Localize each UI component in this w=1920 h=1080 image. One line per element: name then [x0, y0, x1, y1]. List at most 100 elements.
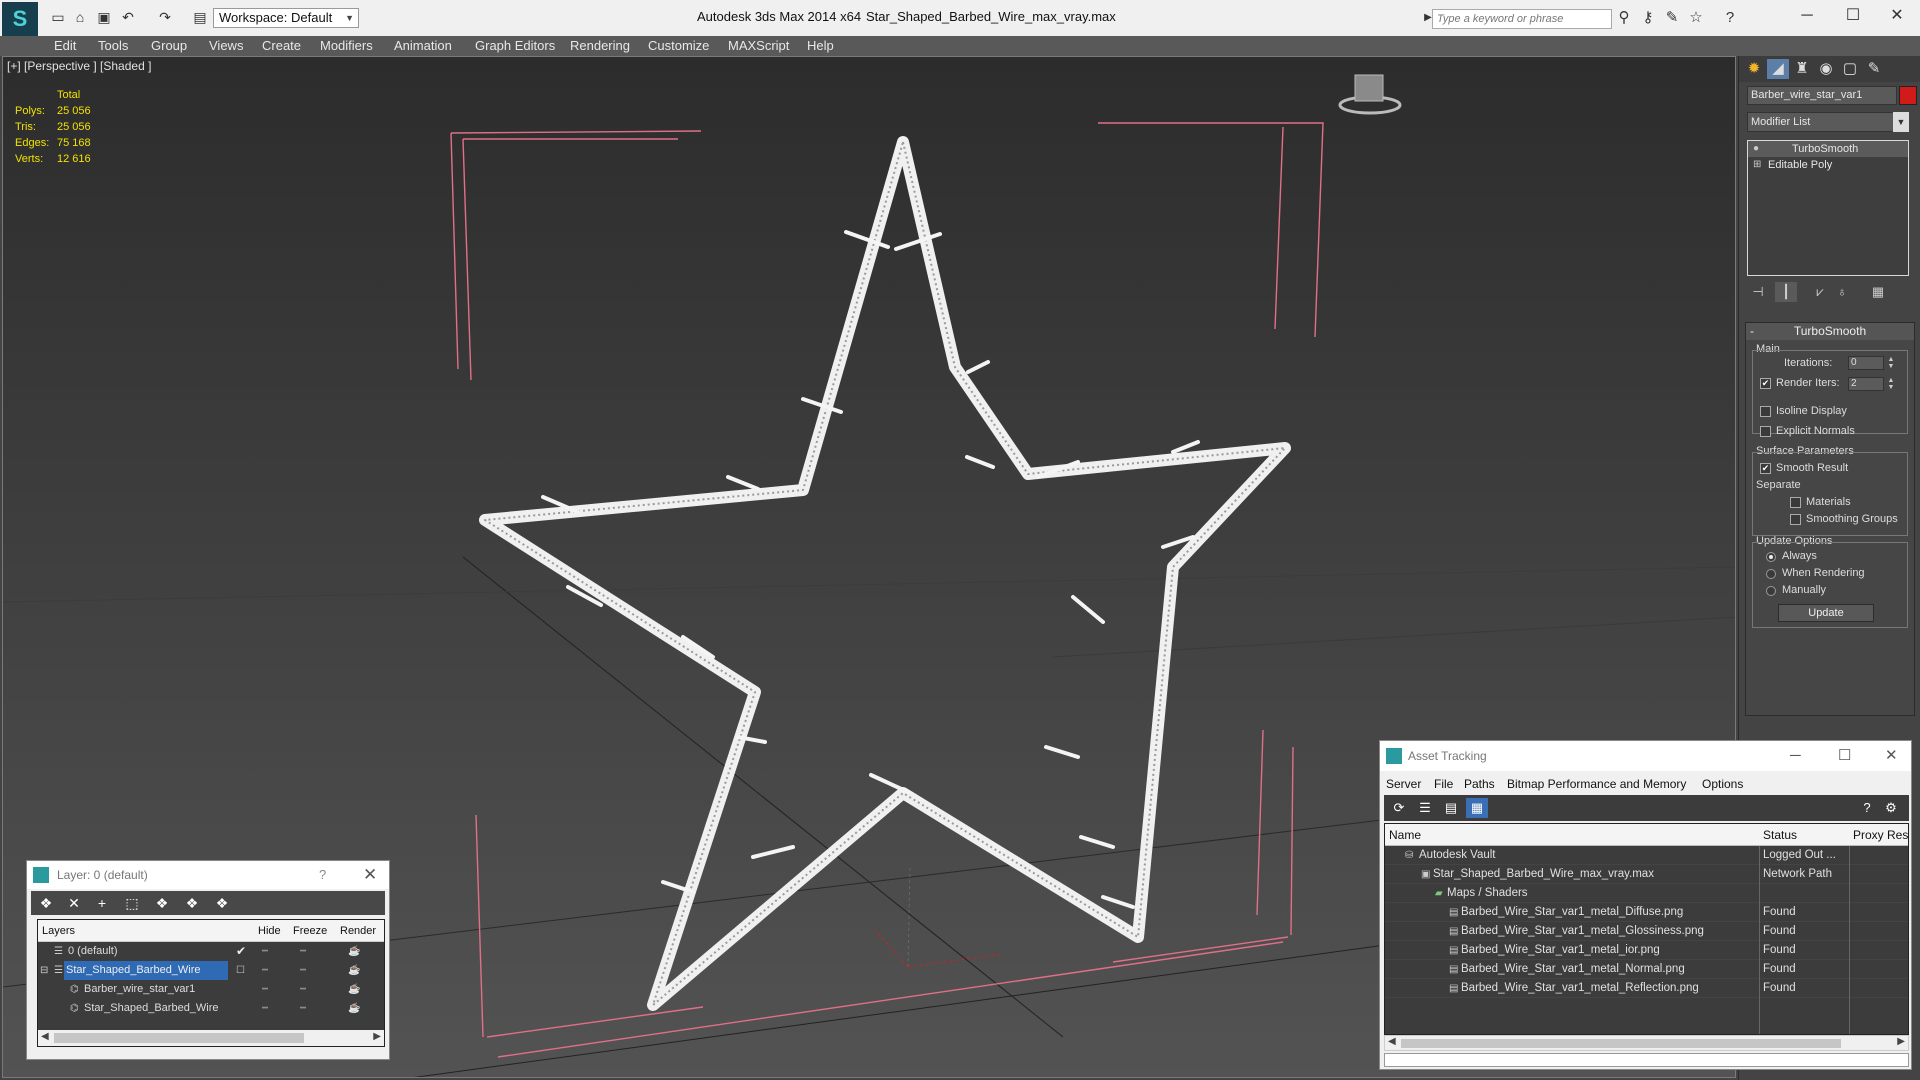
new-layer-icon[interactable]: ❖ [35, 893, 57, 913]
hide-toggle[interactable]: ┅ [262, 942, 268, 961]
help-icon[interactable]: ? [1720, 8, 1740, 28]
column-status[interactable]: Status [1763, 828, 1797, 842]
menu-animation[interactable]: Animation [394, 38, 452, 53]
highlight-layer-icon[interactable]: ❖ [151, 893, 173, 913]
asset-row[interactable]: ▤ Barbed_Wire_Star_var1_metal_Diffuse.pn… [1385, 903, 1908, 922]
undo-icon[interactable]: ↶ [118, 8, 138, 26]
make-unique-icon[interactable]: ⩗ [1809, 282, 1831, 302]
maximize-icon[interactable]: ☐ [1838, 741, 1851, 771]
hierarchy-tab-icon[interactable]: ♜ [1791, 59, 1813, 79]
scroll-left-icon[interactable]: ◀ [41, 1031, 49, 1042]
object-name-field[interactable]: Barber_wire_star_var1 [1747, 86, 1897, 105]
menu-tools[interactable]: Tools [98, 38, 128, 53]
select-objects-icon[interactable]: ⬚ [121, 893, 143, 913]
freeze-toggle[interactable]: ┅ [300, 999, 306, 1018]
smooth-result-checkbox[interactable]: ✔ [1760, 463, 1771, 474]
refresh-icon[interactable]: ⟳ [1388, 798, 1410, 818]
layer-object-row[interactable]: ⌬ Star_Shaped_Barbed_Wire ┅ ┅ ☕ [38, 999, 384, 1018]
close-icon[interactable]: ✕ [1874, 4, 1920, 28]
render-teapot-icon[interactable]: ☕ [348, 942, 360, 961]
freeze-toggle[interactable]: ┅ [300, 942, 306, 961]
configure-sets-icon[interactable]: ▦ [1867, 282, 1889, 302]
asset-row[interactable]: ▤ Barbed_Wire_Star_var1_metal_Glossiness… [1385, 922, 1908, 941]
create-tab-icon[interactable]: ✹ [1743, 59, 1765, 79]
expand-plus-icon[interactable]: ⊞ [1753, 157, 1761, 173]
application-button[interactable]: S [2, 2, 38, 36]
scroll-right-icon[interactable]: ▶ [373, 1031, 381, 1042]
manually-radio[interactable] [1766, 586, 1776, 596]
menu-rendering[interactable]: Rendering [570, 38, 630, 53]
freeze-toggle[interactable]: ┅ [300, 961, 306, 980]
asset-row[interactable]: ▤ Barbed_Wire_Star_var1_metal_Reflection… [1385, 979, 1908, 998]
workspace-dropdown[interactable]: Workspace: Default ▼ [213, 8, 359, 28]
close-icon[interactable]: ✕ [1885, 741, 1898, 771]
menu-file[interactable]: File [1434, 777, 1453, 791]
render-teapot-icon[interactable]: ☕ [348, 961, 360, 980]
asset-row[interactable]: ▤ Barbed_Wire_Star_var1_metal_Normal.png… [1385, 960, 1908, 979]
minimize-icon[interactable]: ─ [1784, 4, 1830, 28]
menu-help[interactable]: Help [807, 38, 834, 53]
make-active-box[interactable]: ☐ [236, 961, 245, 980]
asset-row[interactable]: ▤ Barbed_Wire_Star_var1_metal_ior.png Fo… [1385, 941, 1908, 960]
spinner-arrows-icon[interactable]: ▲ ▼ [1886, 377, 1896, 391]
project-folder-icon[interactable]: ▤ [190, 8, 210, 26]
new-file-icon[interactable]: ▭ [48, 8, 68, 26]
column-layers[interactable]: Layers [42, 925, 75, 937]
binoculars-icon[interactable]: ⚲ [1614, 8, 1634, 28]
pin-stack-icon[interactable]: ⊣ [1747, 282, 1769, 302]
settings-icon[interactable]: ⚙ [1880, 798, 1902, 818]
display-tab-icon[interactable]: ▢ [1839, 59, 1861, 79]
lightbulb-icon[interactable]: ● [1753, 141, 1759, 157]
menu-graph-editors[interactable]: Graph Editors [475, 38, 555, 53]
modifier-list-dropdown[interactable]: Modifier List ▼ [1747, 112, 1909, 132]
always-radio[interactable] [1766, 552, 1776, 562]
viewcube[interactable] [1338, 74, 1402, 115]
delete-layer-icon[interactable]: ✕ [63, 893, 85, 913]
asset-row[interactable]: ▰ Maps / Shaders [1385, 884, 1908, 903]
rollout-header[interactable]: - TurboSmooth [1746, 323, 1914, 340]
add-to-layer-icon[interactable]: + [91, 893, 113, 913]
search-input[interactable]: Type a keyword or phrase [1432, 9, 1612, 29]
layer-object-row[interactable]: ⌬ Barber_wire_star_var1 ┅ ┅ ☕ [38, 980, 384, 999]
scrollbar-thumb[interactable] [54, 1033, 304, 1043]
scroll-right-icon[interactable]: ▶ [1897, 1036, 1905, 1047]
table-view-icon[interactable]: ▦ [1466, 798, 1488, 818]
render-teapot-icon[interactable]: ☕ [348, 980, 360, 999]
redo-icon[interactable]: ↷ [155, 8, 175, 26]
update-button[interactable]: Update [1778, 604, 1874, 622]
favorites-star-icon[interactable]: ☆ [1686, 8, 1706, 28]
menu-server[interactable]: Server [1386, 777, 1421, 791]
menu-edit[interactable]: Edit [54, 38, 76, 53]
layer-row[interactable]: ☰ 0 (default) ✔ ┅ ┅ ☕ [38, 942, 384, 961]
menu-options[interactable]: Options [1702, 777, 1743, 791]
help-icon[interactable]: ? [319, 861, 326, 889]
menu-bitmap-performance[interactable]: Bitmap Performance and Memory [1507, 777, 1686, 791]
communication-icon[interactable]: ✎ [1662, 8, 1682, 28]
asset-row[interactable]: ▣ Star_Shaped_Barbed_Wire_max_vray.max N… [1385, 865, 1908, 884]
modify-tab-icon[interactable]: ◢ [1767, 59, 1789, 79]
menu-maxscript[interactable]: MAXScript [728, 38, 789, 53]
subscription-icon[interactable]: ⚷ [1638, 8, 1658, 28]
column-proxy-resolution[interactable]: Proxy Reso [1853, 828, 1908, 842]
scroll-left-icon[interactable]: ◀ [1388, 1036, 1396, 1047]
menu-paths[interactable]: Paths [1464, 777, 1495, 791]
column-render[interactable]: Render [340, 925, 376, 937]
menu-group[interactable]: Group [151, 38, 187, 53]
active-check-icon[interactable]: ✔ [236, 942, 246, 961]
smoothing-groups-checkbox[interactable] [1790, 514, 1801, 525]
close-icon[interactable]: ✕ [363, 861, 377, 889]
render-iters-spinner[interactable]: 2 [1848, 377, 1884, 391]
hide-toggle[interactable]: ┅ [262, 999, 268, 1018]
asset-window-titlebar[interactable]: Asset Tracking ─ ☐ ✕ [1380, 741, 1911, 771]
show-end-result-icon[interactable]: ┃ [1775, 282, 1797, 302]
materials-checkbox[interactable] [1790, 497, 1801, 508]
maximize-icon[interactable]: ☐ [1830, 4, 1876, 28]
menu-customize[interactable]: Customize [648, 38, 709, 53]
collapse-icon[interactable]: ⊟ [40, 961, 48, 980]
object-color-swatch[interactable] [1899, 86, 1917, 105]
layer-row[interactable]: ⊟ ☰ Star_Shaped_Barbed_Wire ☐ ┅ ┅ ☕ [38, 961, 384, 980]
open-file-icon[interactable]: ⌂ [70, 8, 90, 26]
asset-row[interactable]: ⛁ Autodesk Vault Logged Out ... [1385, 846, 1908, 865]
column-name[interactable]: Name [1389, 828, 1421, 842]
column-freeze[interactable]: Freeze [293, 925, 327, 937]
